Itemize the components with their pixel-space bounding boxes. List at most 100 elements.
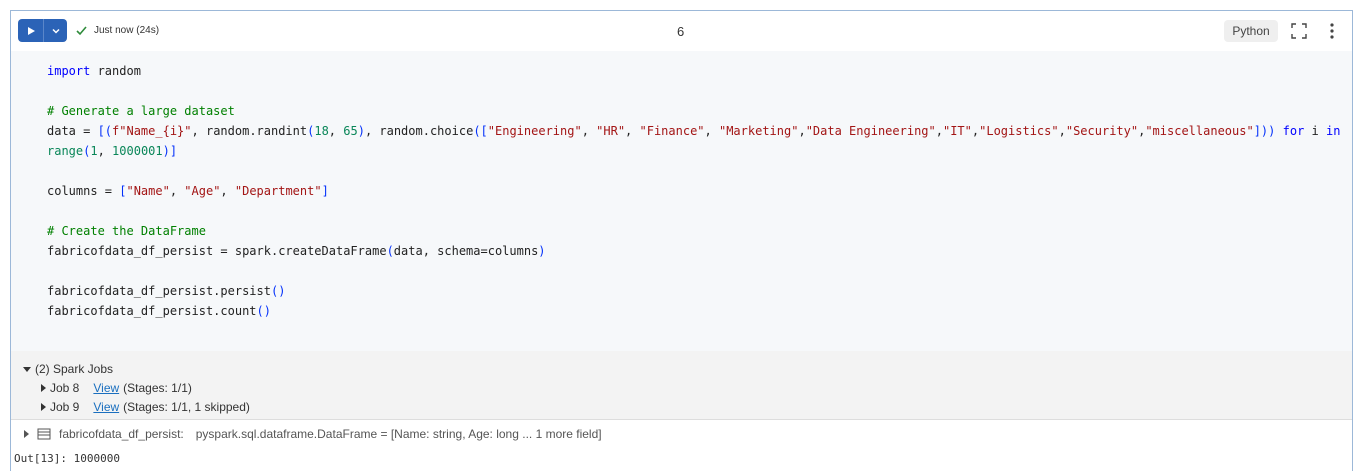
code-token: # Generate a large dataset — [47, 104, 235, 118]
status-text: Just now (24s) — [94, 25, 160, 36]
code-line: columns = ["Name", "Age", "Department"] — [47, 181, 1340, 201]
code-token: for — [1275, 124, 1305, 138]
job-view-link[interactable]: View — [93, 400, 119, 414]
code-token: 18 — [314, 124, 329, 138]
job-view-link[interactable]: View — [93, 381, 119, 395]
code-token: i — [1304, 124, 1326, 138]
code-token: , — [328, 124, 344, 138]
caret-down-icon — [23, 366, 31, 372]
code-token: , — [935, 124, 943, 138]
job-stages: (Stages: 1/1) — [123, 381, 192, 395]
code-token: () — [270, 284, 286, 298]
code-token: , — [704, 124, 719, 138]
code-token: ) — [357, 124, 365, 138]
code-token: 1000001 — [112, 144, 163, 158]
job-row[interactable]: Job 9 View (Stages: 1/1, 1 skipped) — [41, 400, 250, 414]
job-row[interactable]: Job 8 View (Stages: 1/1) — [41, 381, 192, 395]
dataframe-name: fabricofdata_df_persist: — [59, 427, 184, 441]
checkmark-icon — [76, 26, 87, 36]
code-token: "Marketing" — [718, 124, 799, 138]
spark-jobs-toggle[interactable]: (2) Spark Jobs — [23, 362, 113, 376]
code-token: fabricofdata_df_persist.count — [47, 304, 257, 318]
run-options-dropdown[interactable] — [44, 19, 67, 42]
code-token: "miscellaneous" — [1145, 124, 1254, 138]
code-line: fabricofdata_df_persist.count() — [47, 301, 1340, 321]
code-token: ])) — [1253, 124, 1276, 138]
code-token: 1 — [90, 144, 98, 158]
run-button-group — [18, 19, 67, 42]
code-token: "Finance" — [639, 124, 705, 138]
code-token: , — [1058, 124, 1066, 138]
dataframe-summary[interactable]: fabricofdata_df_persist: pyspark.sql.dat… — [24, 427, 602, 441]
code-token: # Create the DataFrame — [47, 224, 206, 238]
code-token: fabricofdata_df_persist.persist — [47, 284, 271, 298]
job-stages: (Stages: 1/1, 1 skipped) — [123, 400, 250, 414]
code-token: , — [581, 124, 597, 138]
code-line: # Create the DataFrame — [47, 221, 1340, 241]
code-token: f"Name_{i}" — [112, 124, 192, 138]
code-token: ) — [538, 244, 546, 258]
code-token: , random.choice — [364, 124, 474, 138]
code-content: import random # Generate a large dataset… — [47, 61, 1340, 321]
code-token: () — [256, 304, 271, 318]
cell-output: Out[13]: 1000000 — [14, 452, 120, 465]
code-token: "Age" — [184, 184, 221, 198]
code-token: data, schema=columns — [393, 244, 539, 258]
dataframe-type: pyspark.sql.dataframe.DataFrame = [Name:… — [195, 427, 602, 441]
more-vertical-icon — [1330, 23, 1334, 39]
code-token: , random.randint — [191, 124, 308, 138]
execution-count: 6 — [677, 24, 685, 39]
caret-right-icon — [24, 430, 29, 438]
code-token: in — [1325, 124, 1341, 138]
code-token: )] — [162, 144, 178, 158]
run-cell-button[interactable] — [18, 19, 43, 42]
execution-status: Just now (24s) — [75, 24, 159, 37]
code-token: random — [90, 64, 141, 78]
code-token: "Security" — [1065, 124, 1139, 138]
code-token: "Name" — [126, 184, 170, 198]
spark-jobs-panel: (2) Spark Jobs Job 8 View (Stages: 1/1) … — [11, 351, 1352, 420]
job-name: Job 8 — [50, 381, 80, 395]
job-name: Job 9 — [50, 400, 80, 414]
code-line: import random — [47, 61, 1340, 81]
code-token: "IT" — [942, 124, 972, 138]
code-line: range(1, 1000001)] — [47, 141, 1340, 161]
code-editor[interactable]: import random # Generate a large dataset… — [11, 51, 1352, 351]
code-line: fabricofdata_df_persist.persist() — [47, 281, 1340, 301]
chevron-down-icon — [51, 28, 60, 34]
code-token: "Logistics" — [979, 124, 1059, 138]
code-token: , — [169, 184, 185, 198]
notebook-cell: Just now (24s) 6 Python import random # … — [10, 10, 1353, 471]
expand-cell-button[interactable] — [1290, 22, 1308, 40]
code-token: columns = — [47, 184, 120, 198]
code-token: 65 — [343, 124, 358, 138]
code-token: ([ — [473, 124, 488, 138]
code-token: "Data Engineering" — [805, 124, 936, 138]
code-token: "Department" — [234, 184, 322, 198]
code-token: , — [220, 184, 235, 198]
code-token: ( — [386, 244, 394, 258]
fullscreen-icon — [1291, 23, 1307, 39]
play-icon — [27, 26, 35, 35]
code-token: , — [97, 144, 113, 158]
cell-toolbar: Just now (24s) 6 Python — [11, 11, 1352, 51]
code-token: fabricofdata_df_persist = spark.createDa… — [47, 244, 387, 258]
code-token: import — [47, 64, 91, 78]
more-options-button[interactable] — [1325, 22, 1339, 40]
code-token: , — [625, 124, 640, 138]
table-icon — [37, 428, 51, 440]
code-line: # Generate a large dataset — [47, 101, 1340, 121]
language-selector[interactable]: Python — [1224, 20, 1278, 42]
caret-right-icon — [41, 384, 46, 392]
code-token: [( — [97, 124, 113, 138]
code-token: data = — [47, 124, 98, 138]
code-line: data = [(f"Name_{i}", random.randint(18,… — [47, 121, 1340, 141]
code-token: ] — [321, 184, 329, 198]
spark-jobs-header: (2) Spark Jobs — [35, 362, 114, 376]
code-token: "HR" — [596, 124, 626, 138]
code-line: fabricofdata_df_persist = spark.createDa… — [47, 241, 1340, 261]
